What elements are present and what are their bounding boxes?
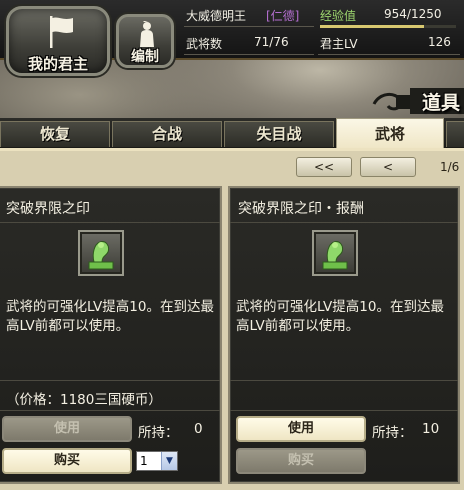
buy-button[interactable]: 购买 [236,448,366,474]
lord-name: 大威德明王 [186,9,247,23]
lord-virtue: [仁德] [266,9,300,23]
divider [0,380,220,381]
tab-label: 合战 [151,125,182,143]
prev-page-button[interactable]: < [360,157,416,177]
divider [184,26,314,27]
general-count-label: 武将数 [186,37,223,51]
item-title: 突破界限之印・报酬 [238,201,364,217]
exp-value: 954/1250 [384,7,442,21]
tab-battle[interactable]: 合战 [112,121,222,147]
lord-lv-label: 君主LV [320,37,358,51]
divider [0,222,220,223]
seal-icon [78,230,124,276]
item-description: 武将的可强化LV提高10。在到达最高LV前都可以使用。 [6,299,214,334]
divider [184,54,314,55]
divider [230,380,458,381]
tab-lost-battle[interactable]: 失目战 [224,121,334,147]
item-description: 武将的可强化LV提高10。在到达最高LV前都可以使用。 [236,299,444,334]
lord-lv-value: 126 [428,35,451,49]
tab-more[interactable] [446,121,464,147]
buy-button[interactable]: 购买 [2,448,132,474]
quantity-value: 1 [140,454,148,468]
my-lord-button[interactable]: 我的君主 [6,6,110,76]
hold-label: 所持： [138,425,179,441]
general-count-value: 71/76 [254,35,289,49]
organize-button[interactable]: 编制 [116,14,174,68]
section-title-plate: 道具 [370,82,464,116]
divider [230,410,458,411]
tab-recover[interactable]: 恢复 [0,121,110,147]
item-card: 突破界限之印 武将的可强化LV提高10。在到达最高LV前都可以使用。 （价格：1… [0,186,222,484]
flag-icon [50,16,73,48]
divider [0,410,220,411]
general-silhouette-icon [140,21,154,47]
chevron-down-icon[interactable]: ▼ [161,452,177,470]
hold-count: 10 [422,421,440,437]
first-page-button[interactable]: << [296,157,352,177]
divider [318,54,460,55]
exp-progress-fill [320,25,424,28]
section-title: 道具 [422,92,461,114]
quantity-select[interactable]: 1 ▼ [136,451,178,471]
hold-label: 所持： [372,425,413,441]
seal-icon [312,230,358,276]
tab-label: 武将 [374,125,405,143]
item-card: 突破界限之印・报酬 武将的可强化LV提高10。在到达最高LV前都可以使用。 使用… [228,186,460,484]
exp-progress-bar [320,25,456,28]
my-lord-label: 我的君主 [27,55,88,73]
divider [230,222,458,223]
page-indicator: 1/6 [440,160,460,174]
item-title: 突破界限之印 [6,201,90,217]
exp-label: 经验值 [320,9,357,23]
use-button[interactable]: 使用 [236,416,366,442]
hold-count: 0 [194,421,203,437]
use-button[interactable]: 使用 [2,416,132,442]
tab-generals[interactable]: 武将 [336,118,444,149]
tab-label: 失目战 [256,125,302,143]
tab-label: 恢复 [39,125,70,143]
item-price: （价格：1180三国硬币） [6,392,162,408]
organize-label: 编制 [131,49,159,65]
